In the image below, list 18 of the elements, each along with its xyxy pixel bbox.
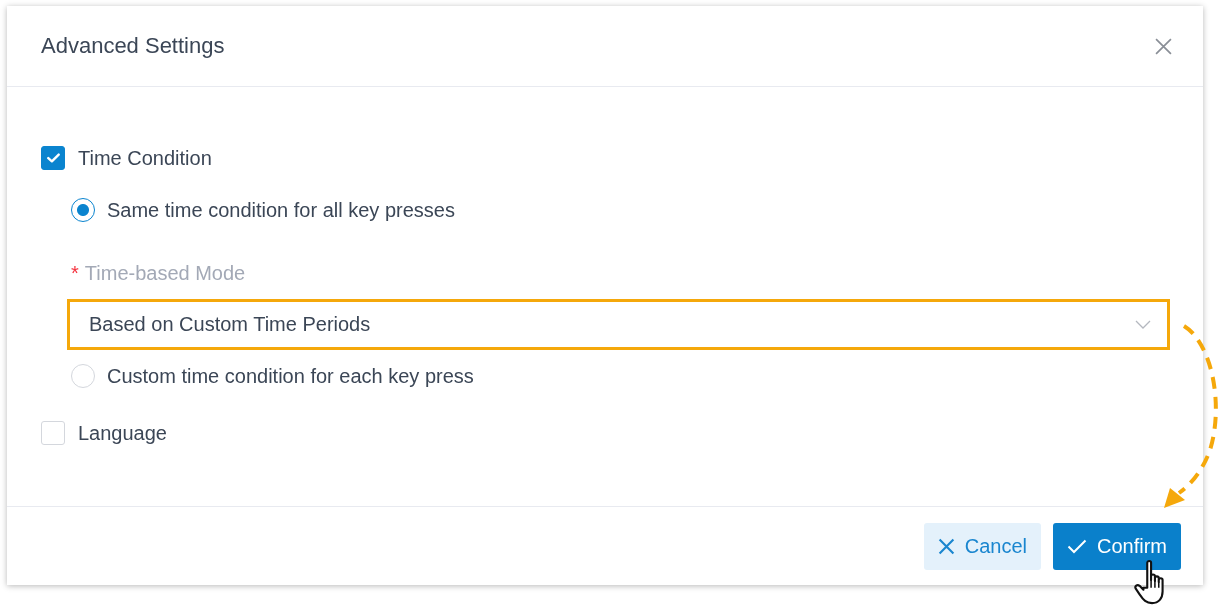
checkbox-label: Time Condition [78,146,212,170]
close-button[interactable] [1155,37,1172,55]
radio-label: Same time condition for all key presses [107,198,455,222]
cancel-button[interactable]: Cancel [923,523,1041,570]
close-icon [937,538,955,555]
dropdown-select[interactable]: Based on Custom Time Periods [67,299,1170,350]
radio-label: Custom time condition for each key press [107,364,474,388]
close-icon [1155,37,1172,55]
confirm-button[interactable]: Confirm [1053,523,1181,570]
checkmark-icon [1067,539,1087,554]
checkbox-label: Language [78,421,167,445]
chevron-down-icon [1135,320,1151,329]
checkbox[interactable] [41,146,65,170]
required-mark: * [71,262,79,284]
field-label: Time-based Mode [84,262,246,284]
checkmark-icon [46,153,60,163]
dialog-title: Advanced Settings [41,33,225,59]
radio-button[interactable] [71,198,95,222]
